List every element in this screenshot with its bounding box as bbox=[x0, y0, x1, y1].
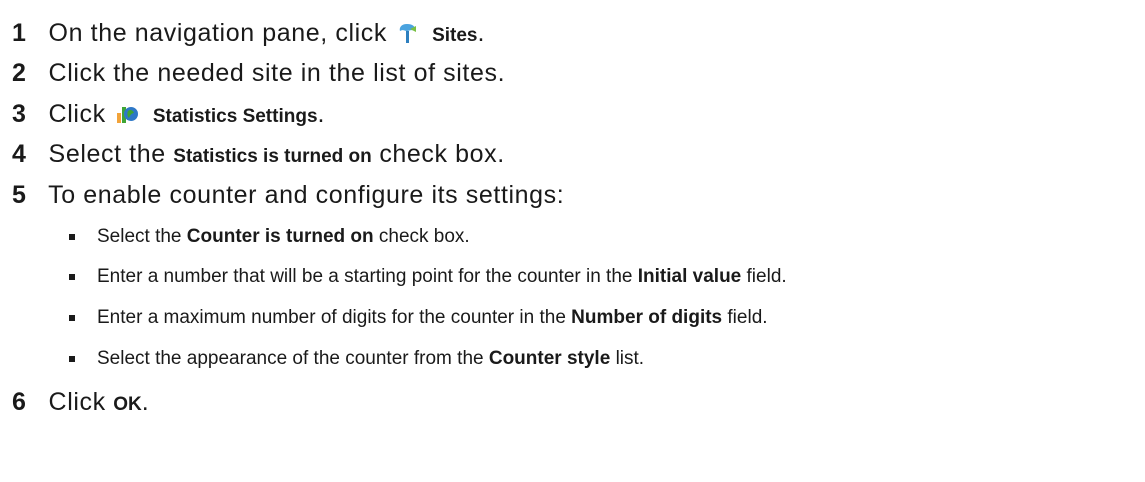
step-1: 1 On the navigation pane, click Sites. bbox=[12, 18, 485, 51]
bullet bbox=[69, 315, 75, 321]
sites-icon bbox=[397, 21, 419, 51]
step-number: 4 bbox=[12, 140, 27, 168]
substep-text-end: check box. bbox=[378, 226, 470, 247]
substep-text-end: field. bbox=[727, 307, 768, 328]
substep-text: Select the appearance of the counter fro… bbox=[97, 348, 484, 369]
step-number: 2 bbox=[12, 59, 27, 87]
step-text: Click bbox=[48, 100, 106, 128]
step-text: Click bbox=[48, 388, 106, 416]
substep-2: Enter a number that will be a starting p… bbox=[69, 265, 787, 289]
step-3: 3 Click Statistics Settings. bbox=[12, 99, 325, 132]
step-text: Select the bbox=[48, 140, 166, 168]
bullet bbox=[69, 356, 75, 362]
statistics-settings-label: Statistics Settings bbox=[152, 106, 318, 127]
step-text: To enable counter and configure its sett… bbox=[48, 181, 565, 209]
substep-text: Select the bbox=[97, 226, 182, 247]
step-4: 4 Select the Statistics is turned on che… bbox=[12, 139, 505, 172]
step-text-end: check box. bbox=[379, 140, 505, 168]
step-6: 6 Click OK. bbox=[12, 387, 149, 420]
statistics-checkbox-label: Statistics is turned on bbox=[173, 146, 372, 167]
step-5: 5 To enable counter and configure its se… bbox=[12, 180, 564, 210]
number-of-digits-label: Number of digits bbox=[571, 307, 723, 328]
step-text: On the navigation pane, click bbox=[48, 19, 387, 47]
ok-label: OK bbox=[113, 394, 142, 415]
substep-text: Enter a number that will be a starting p… bbox=[97, 266, 633, 287]
step-number: 3 bbox=[12, 100, 27, 128]
step-number: 5 bbox=[12, 181, 27, 209]
substep-text-end: field. bbox=[746, 266, 787, 287]
initial-value-label: Initial value bbox=[637, 266, 742, 287]
substep-3: Enter a maximum number of digits for the… bbox=[69, 306, 768, 330]
step-2: 2 Click the needed site in the list of s… bbox=[12, 58, 505, 88]
counter-checkbox-label: Counter is turned on bbox=[186, 226, 374, 247]
step-text-end: . bbox=[141, 388, 150, 416]
substep-4: Select the appearance of the counter fro… bbox=[69, 347, 645, 371]
sites-label: Sites bbox=[432, 25, 478, 46]
substep-text: Enter a maximum number of digits for the… bbox=[97, 307, 566, 328]
step-text: Click the needed site in the list of sit… bbox=[48, 59, 506, 87]
statistics-settings-icon bbox=[115, 101, 139, 132]
step-number: 1 bbox=[12, 19, 27, 47]
substep-text-end: list. bbox=[615, 348, 645, 369]
bullet bbox=[69, 274, 75, 280]
step-number: 6 bbox=[12, 388, 27, 416]
step-text-end: . bbox=[317, 100, 326, 128]
substep-1: Select the Counter is turned on check bo… bbox=[69, 225, 470, 249]
step-text-end: . bbox=[477, 19, 486, 47]
counter-style-label: Counter style bbox=[488, 348, 611, 369]
bullet bbox=[69, 234, 75, 240]
